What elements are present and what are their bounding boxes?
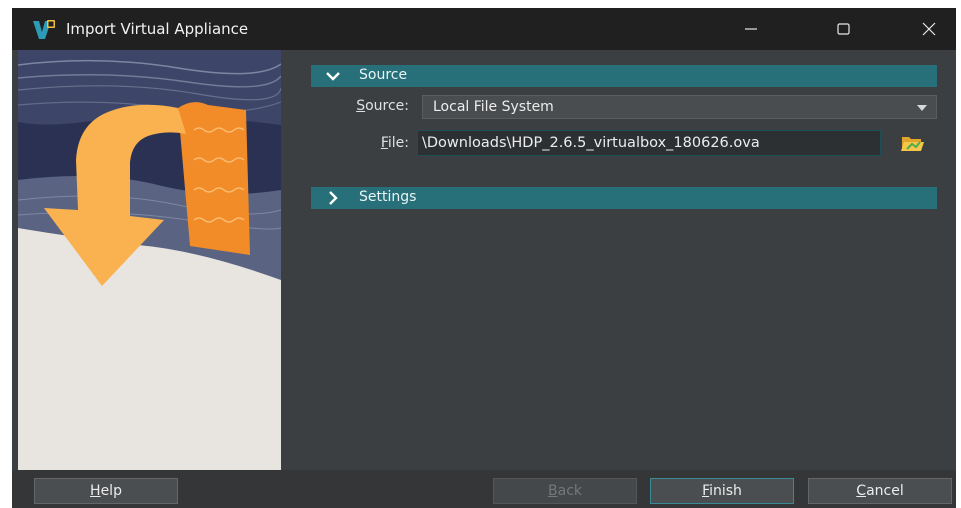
back-button[interactable]: Back xyxy=(493,478,637,504)
finish-button[interactable]: Finish xyxy=(650,478,794,504)
title-bar[interactable]: Import Virtual Appliance xyxy=(12,8,956,50)
file-label-accel: F xyxy=(380,135,388,151)
dropdown-arrow-icon xyxy=(917,105,927,111)
cancel-button[interactable]: Cancel xyxy=(808,478,952,504)
file-label-rest: ile: xyxy=(387,135,409,151)
window-title: Import Virtual Appliance xyxy=(66,20,249,38)
source-combobox-value: Local File System xyxy=(433,99,554,115)
maximize-icon xyxy=(837,23,850,35)
source-combobox[interactable]: Local File System xyxy=(422,95,937,119)
source-section-header[interactable]: Source xyxy=(311,65,937,87)
settings-section-title: Settings xyxy=(359,189,417,205)
file-path-input[interactable] xyxy=(417,130,881,156)
chevron-right-icon xyxy=(329,191,338,205)
maximize-button[interactable] xyxy=(820,8,866,50)
minimize-icon xyxy=(745,28,757,30)
chevron-down-icon xyxy=(326,72,340,81)
close-icon xyxy=(922,22,936,36)
back-accel: B xyxy=(548,483,558,499)
close-button[interactable] xyxy=(906,8,952,50)
help-rest: elp xyxy=(100,483,122,499)
file-label: File: xyxy=(337,135,409,151)
minimize-button[interactable] xyxy=(728,8,774,50)
cancel-rest: ancel xyxy=(866,483,904,499)
virtualbox-app-icon xyxy=(33,20,55,39)
source-label-rest: ource: xyxy=(365,98,409,114)
finish-rest: inish xyxy=(709,483,742,499)
browse-file-button[interactable] xyxy=(899,130,925,156)
source-label-accel: S xyxy=(356,98,366,114)
import-appliance-window: Import Virtual Appliance Source Source: … xyxy=(12,8,956,508)
help-accel: H xyxy=(90,483,101,499)
wizard-content: Source Source: Local File System File: S… xyxy=(281,50,956,470)
wizard-illustration xyxy=(18,50,281,470)
settings-section-header[interactable]: Settings xyxy=(311,187,937,209)
source-section-title: Source xyxy=(359,67,408,83)
folder-open-icon xyxy=(901,137,924,151)
help-button[interactable]: Help xyxy=(34,478,178,504)
wizard-button-bar: Help Back Finish Cancel xyxy=(12,470,956,508)
source-label: Source: xyxy=(337,98,409,114)
back-rest: ack xyxy=(557,483,582,499)
cancel-accel: C xyxy=(856,483,867,499)
